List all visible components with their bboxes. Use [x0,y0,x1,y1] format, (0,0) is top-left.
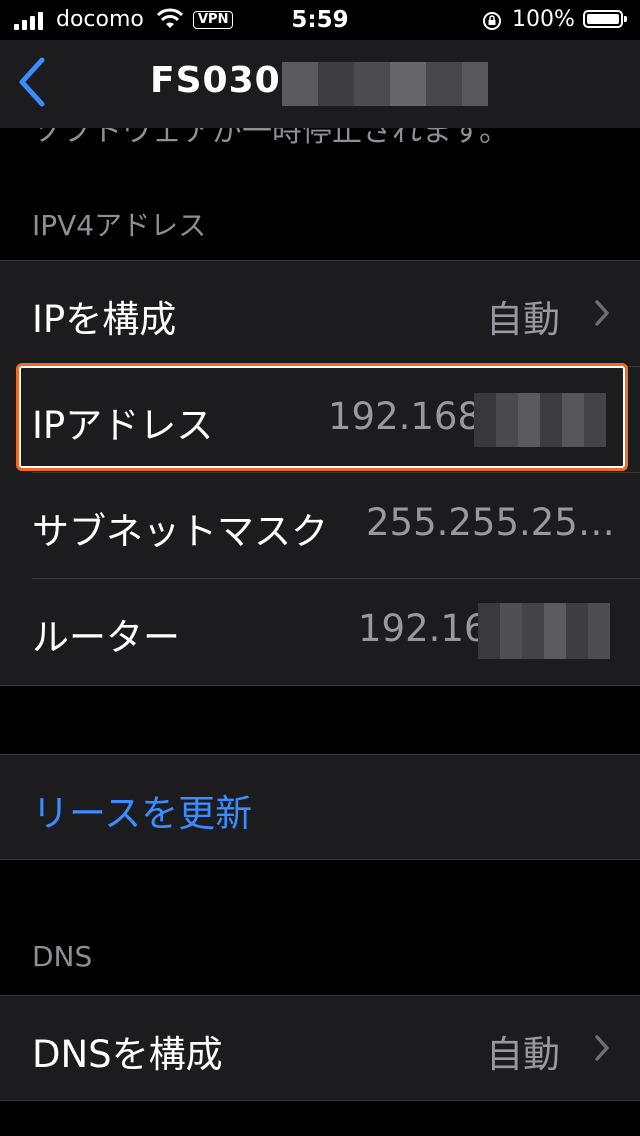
configure-dns-row[interactable]: DNSを構成 自動 [0,996,640,1100]
renew-lease-group: リースを更新 [0,754,640,860]
chevron-right-icon [595,1035,609,1061]
configure-ip-row[interactable]: IPを構成 自動 [0,261,640,367]
router-value: 192.16 [358,607,488,650]
back-chevron-icon[interactable] [14,56,48,108]
configure-dns-value: 自動 [486,1033,560,1076]
dns-group: DNSを構成 自動 [0,995,640,1101]
configure-ip-value: 自動 [486,298,560,341]
subnet-mask-value: 255.255.25… [366,501,615,544]
section-header-ipv4: IPV4アドレス [32,209,207,242]
status-bar: docomo VPN 5:59 100% [0,0,640,40]
highlight-box [16,363,628,471]
battery-icon [583,10,627,28]
renew-lease-button[interactable]: リースを更新 [0,755,640,859]
battery-percentage: 100% [512,7,575,32]
subnet-mask-label: サブネットマスク [32,510,328,553]
router-row: ルーター 192.16 [0,579,640,685]
scrolled-footer-text: ソフトウェアが一時停止されます。 [32,128,592,144]
section-header-dns: DNS [32,940,93,973]
rotation-lock-icon [483,12,501,30]
page-title: FS030 [150,60,281,101]
configure-ip-label: IPを構成 [32,298,177,341]
subnet-mask-row: サブネットマスク 255.255.25… [0,473,640,579]
router-label: ルーター [32,616,180,659]
navigation-bar: FS030 [0,40,640,128]
chevron-right-icon [595,300,609,326]
ipv4-group: IPを構成 自動 IPアドレス 192.168 サブネットマスク 255.255… [0,260,640,686]
renew-lease-label: リースを更新 [32,792,253,835]
configure-dns-label: DNSを構成 [32,1033,223,1076]
